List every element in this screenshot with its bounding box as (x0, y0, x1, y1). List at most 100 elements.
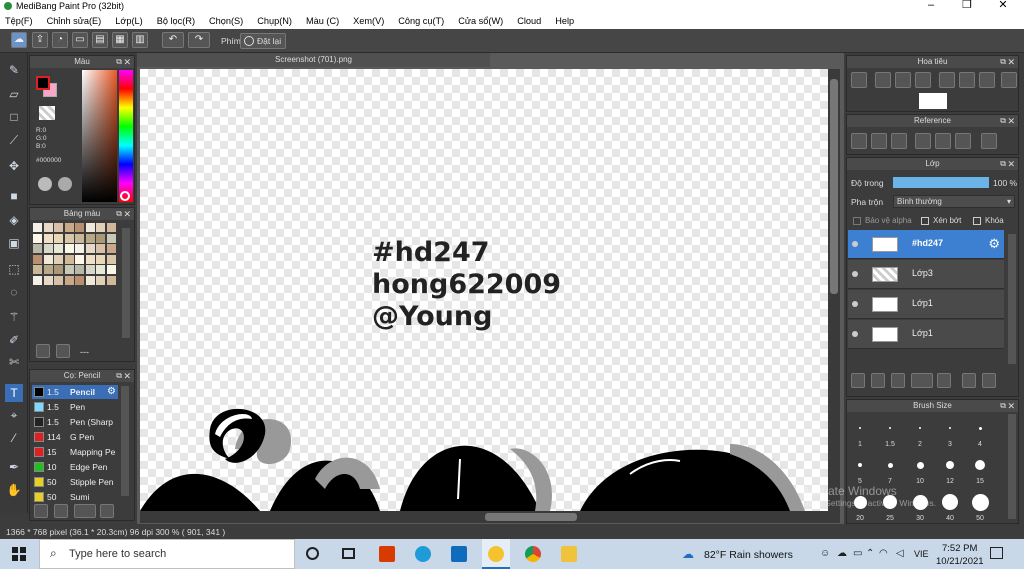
merge-layer-icon[interactable] (962, 373, 976, 388)
undock-icon[interactable]: ⧉ (116, 208, 122, 220)
palette-swatch[interactable] (85, 254, 95, 264)
brush-item[interactable]: 15 Mapping Pe (32, 445, 118, 459)
menu-filter[interactable]: Bộ lọc(R) (157, 16, 195, 26)
layer-settings-icon[interactable] (982, 373, 996, 388)
menu-snap[interactable]: Chụp(N) (257, 16, 292, 26)
operation-tool-icon[interactable]: ⌖ (5, 406, 23, 424)
layer-settings-gear-icon[interactable]: ⚙ (988, 236, 1000, 252)
palette-swatch[interactable] (54, 254, 63, 264)
menu-cloud[interactable]: Cloud (517, 16, 541, 26)
panel-close-icon[interactable]: ✕ (123, 56, 131, 68)
palette-swatch[interactable] (64, 223, 74, 232)
page-icon[interactable]: ▤ (92, 32, 108, 48)
palette-swatch[interactable] (96, 244, 105, 253)
brush-menu-icon[interactable] (74, 504, 96, 518)
palette-swatch[interactable] (64, 244, 74, 253)
tray-monitor-icon[interactable]: ▭ (853, 548, 862, 559)
visibility-icon[interactable] (852, 271, 858, 277)
brush-item[interactable]: 50 Sumi (32, 490, 118, 504)
palette-swatch[interactable] (43, 233, 53, 243)
panel-close-icon[interactable]: ✕ (1007, 115, 1015, 127)
blend-select[interactable]: Bình thường ▾ (893, 195, 1015, 208)
undock-icon[interactable]: ⧉ (1000, 158, 1006, 170)
flip-icon[interactable] (1001, 72, 1017, 88)
brush-tool-icon[interactable]: ✎ (5, 61, 23, 79)
menu-file[interactable]: Tệp(F) (5, 16, 33, 26)
language-indicator[interactable]: VIE (914, 549, 929, 559)
grid-icon[interactable]: ▥ (132, 32, 148, 48)
brush-size-dot[interactable] (949, 427, 951, 429)
palette-swatch[interactable] (106, 223, 116, 232)
palette-swatch[interactable] (54, 233, 63, 243)
palette-swatch[interactable] (106, 275, 116, 285)
weather-icon[interactable]: ☁ (682, 547, 694, 561)
lock-checkbox[interactable] (973, 217, 981, 225)
hue-slider[interactable] (119, 70, 133, 202)
maximize-button[interactable]: ❐ (950, 0, 984, 12)
brush-size-dot[interactable] (858, 463, 862, 467)
brush-size-dot[interactable] (889, 427, 891, 429)
brush-cloud-icon[interactable] (34, 504, 48, 518)
layer-item[interactable]: #hd247 ⚙ (848, 230, 1004, 259)
brush-item[interactable]: 10 Edge Pen (32, 460, 118, 474)
palette-swatch[interactable] (75, 265, 84, 274)
menu-view[interactable]: Xem(V) (353, 16, 384, 26)
palette-swatch[interactable] (54, 265, 63, 274)
brush-size-dot[interactable] (978, 426, 982, 430)
select-pen-tool-icon[interactable]: ✐ (5, 331, 23, 349)
weather-text[interactable]: 82°F Rain showers (704, 549, 793, 561)
reference-close-icon[interactable] (891, 133, 907, 149)
palette-swatch[interactable] (43, 244, 53, 253)
foreground-color-swatch[interactable] (36, 76, 50, 90)
volume-icon[interactable]: ◁ (896, 548, 904, 559)
color-settings-icon[interactable] (58, 177, 72, 191)
palette-swatch[interactable] (64, 265, 74, 274)
horizontal-scroll-thumb[interactable] (485, 513, 577, 521)
palette-swatch[interactable] (85, 275, 95, 285)
speech-bubble-icon[interactable]: ◔ (52, 32, 68, 48)
vertical-scroll-thumb[interactable] (830, 79, 838, 294)
zoom-out-icon[interactable] (915, 72, 931, 88)
undo-icon[interactable]: ↶ (162, 32, 184, 48)
layer-menu-icon[interactable] (911, 373, 933, 388)
protect-alpha-checkbox[interactable] (853, 217, 861, 225)
layer-item[interactable]: Lớp1 (848, 320, 1004, 349)
rotate-left-icon[interactable] (939, 72, 955, 88)
select-eraser-tool-icon[interactable]: ✄ (5, 353, 23, 371)
brush-item[interactable]: 114 G Pen (32, 430, 118, 444)
undock-icon[interactable]: ⧉ (1000, 400, 1006, 412)
palette-swatch[interactable] (43, 275, 53, 285)
palette-swatch[interactable] (33, 265, 42, 274)
menu-color[interactable]: Màu (C) (306, 16, 339, 26)
palette-swatch[interactable] (54, 244, 63, 253)
palette-swatch[interactable] (33, 254, 42, 264)
brush-size-dot[interactable] (859, 427, 861, 429)
canvas-vertical-scrollbar[interactable] (828, 69, 840, 511)
tray-cloud-icon[interactable]: ☁ (837, 548, 847, 559)
palette-swatch[interactable] (33, 223, 42, 232)
palette-swatch[interactable] (64, 275, 74, 285)
chrome-browser-icon[interactable] (525, 546, 541, 562)
edge-browser-icon[interactable] (415, 546, 431, 562)
brush-size-dot[interactable] (946, 461, 954, 469)
palette-swatch[interactable] (106, 254, 116, 264)
divide-tool-icon[interactable]: ⁄ (5, 429, 23, 447)
brush-size-dot[interactable] (971, 493, 989, 511)
new-layer-icon[interactable] (851, 373, 865, 388)
delete-palette-icon[interactable] (56, 344, 70, 358)
brush-scrollbar[interactable] (121, 386, 129, 496)
line-tool-icon[interactable]: ⟋ (5, 131, 23, 149)
palette-swatch[interactable] (64, 233, 74, 243)
duplicate-layer-icon[interactable] (891, 373, 905, 388)
brush-item[interactable]: 1.5 Pen (32, 400, 118, 414)
reference-fit-icon[interactable] (935, 133, 951, 149)
minimize-button[interactable]: ‒ (914, 0, 948, 12)
canvas[interactable]: #hd247 hong622009 @Young (140, 69, 828, 511)
palette-swatch[interactable] (85, 244, 95, 253)
undock-icon[interactable]: ⧉ (1000, 115, 1006, 127)
palette-swatch[interactable] (75, 233, 84, 243)
eraser-tool-icon[interactable]: ▱ (5, 85, 23, 103)
palette-swatch[interactable] (33, 275, 42, 285)
undock-icon[interactable]: ⧉ (1000, 56, 1006, 68)
fill-rect-tool-icon[interactable]: ■ (5, 187, 23, 205)
